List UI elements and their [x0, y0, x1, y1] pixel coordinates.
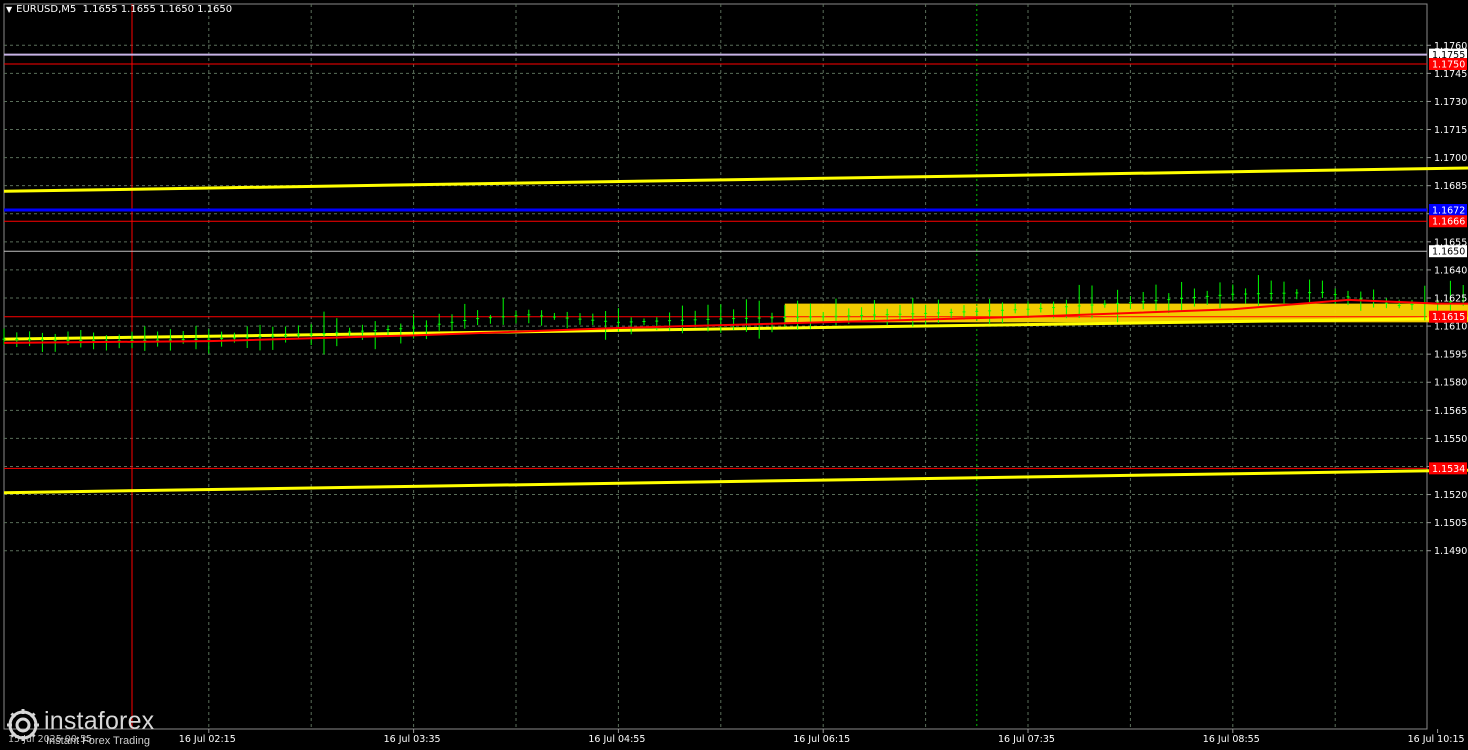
instaforex-logo-icon	[7, 709, 39, 741]
dropdown-triangle-icon[interactable]: ▼	[6, 5, 12, 14]
y-axis-label: 1.1580	[1434, 378, 1467, 389]
price-tag-label: 1.1672	[1432, 206, 1465, 217]
instaforex-watermark: instaforex Instant Forex Trading	[4, 706, 179, 748]
y-axis-label: 1.1700	[1434, 153, 1467, 164]
watermark-tagline: Instant Forex Trading	[46, 735, 150, 747]
price-tag-label: 1.1534	[1432, 464, 1465, 475]
chart-canvas[interactable]: 1.17601.17451.17301.17151.17001.16851.16…	[0, 0, 1468, 750]
y-axis-label: 1.1730	[1434, 97, 1467, 108]
ohlc-values: 1.1655 1.1655 1.1650 1.1650	[82, 4, 233, 15]
y-axis-label: 1.1715	[1434, 125, 1467, 136]
watermark-brand: instaforex	[44, 707, 155, 735]
y-axis-label: 1.1625	[1434, 294, 1467, 305]
channel-line	[3, 468, 1468, 495]
price-tag-label: 1.1750	[1432, 60, 1465, 71]
channel-line	[3, 166, 1468, 193]
price-chart[interactable]: 1.1760 1.1745 1.1730 1.1715 1.1700 1.1685 1.16…	[0, 0, 1468, 750]
x-axis-label: 16 Jul 04:55	[588, 734, 645, 745]
y-axis-label: 1.1490	[1434, 546, 1467, 557]
y-axis-label: 1.1640	[1434, 265, 1467, 276]
x-axis-label: 16 Jul 02:15	[179, 734, 236, 745]
price-tag-label: 1.1666	[1432, 217, 1465, 228]
symbol-name: EURUSD,M5	[16, 4, 77, 15]
plot-frame	[3, 3, 1428, 730]
y-axis-label: 1.1745	[1434, 69, 1467, 80]
x-axis-label: 16 Jul 10:15	[1408, 734, 1465, 745]
price-tag-label: 1.1650	[1432, 247, 1465, 258]
symbol-header: ▼ EURUSD,M5 1.1655 1.1655 1.1650 1.1650	[6, 4, 232, 15]
y-axis-label: 1.1595	[1434, 350, 1467, 361]
y-axis-label: 1.1550	[1434, 434, 1467, 445]
x-axis-label: 16 Jul 03:35	[384, 734, 441, 745]
x-axis-label: 16 Jul 07:35	[998, 734, 1055, 745]
y-axis-label: 1.1505	[1434, 518, 1467, 529]
y-axis-label: 1.1520	[1434, 490, 1467, 501]
price-tag-label: 1.1615	[1432, 312, 1465, 323]
y-axis-label: 1.1565	[1434, 406, 1467, 417]
x-axis-label: 16 Jul 08:55	[1203, 734, 1260, 745]
y-axis-label: 1.1685	[1434, 181, 1467, 192]
x-axis-label: 16 Jul 06:15	[793, 734, 850, 745]
